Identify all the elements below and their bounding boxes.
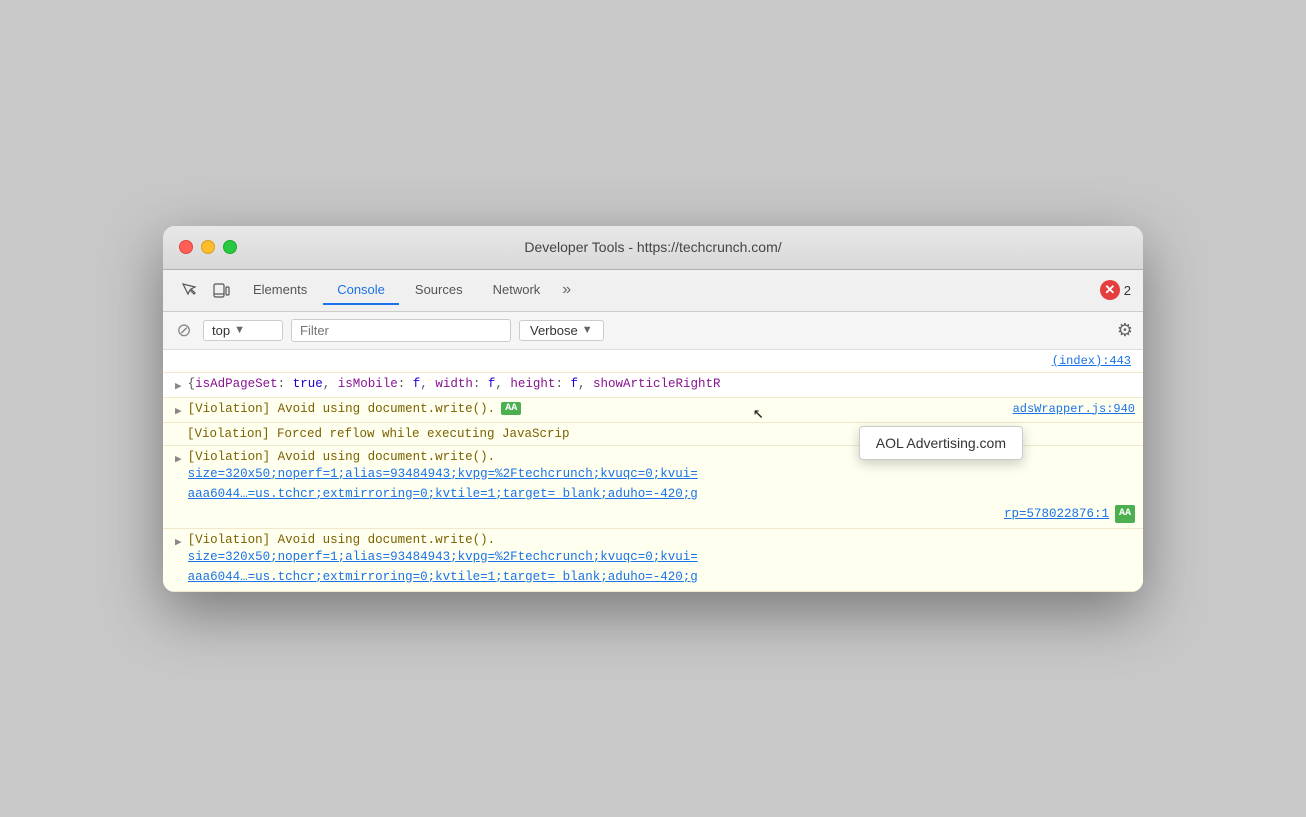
index-file-ref[interactable]: (index):443: [1052, 354, 1131, 368]
violation3-label: [Violation] Avoid using document.write()…: [188, 450, 496, 464]
verbose-label: Verbose: [530, 323, 578, 338]
violation1-label: [Violation] Avoid using document.write()…: [188, 402, 496, 416]
violation4-label: [Violation] Avoid using document.write()…: [188, 533, 496, 547]
more-tabs-button[interactable]: »: [556, 281, 577, 299]
traffic-lights: [179, 240, 237, 254]
tab-network[interactable]: Network: [479, 276, 555, 305]
close-button[interactable]: [179, 240, 193, 254]
devtools-window: Developer Tools - https://techcrunch.com…: [163, 226, 1143, 592]
verbose-arrow-icon: ▼: [582, 324, 593, 336]
log-level-selector[interactable]: Verbose ▼: [519, 320, 604, 341]
entry-expand-icon[interactable]: [175, 452, 182, 466]
aa-badge-2[interactable]: AA: [1115, 505, 1135, 523]
violation3-link2[interactable]: aaa6044…=us.tchcr;extmirroring=0;kvtile=…: [188, 487, 698, 501]
violation3-last-row: rp=578022876:1 AA: [188, 504, 1135, 524]
title-bar: Developer Tools - https://techcrunch.com…: [163, 226, 1143, 270]
context-arrow-icon: ▼: [234, 324, 245, 336]
log-entry-violation4: [Violation] Avoid using document.write()…: [163, 529, 1143, 592]
devtools-toolbar: Elements Console Sources Network » ✕ 2: [163, 270, 1143, 312]
violation1-row: [Violation] Avoid using document.write()…: [188, 402, 1135, 416]
console-filter-row: ⊘ top ▼ Verbose ▼ ⚙: [163, 312, 1143, 350]
tab-sources[interactable]: Sources: [401, 276, 477, 305]
violation4-content: [Violation] Avoid using document.write()…: [188, 533, 1135, 587]
violation2-label: [Violation] Forced reflow while executin…: [187, 427, 570, 441]
entry-expand-icon[interactable]: [175, 379, 182, 393]
error-badge: ✕ 2: [1100, 280, 1131, 300]
filter-input-wrapper: [291, 319, 511, 342]
device-toggle-button[interactable]: [207, 276, 235, 304]
context-label: top: [212, 323, 230, 338]
violation3-content: [Violation] Avoid using document.write()…: [188, 450, 1135, 524]
tab-console[interactable]: Console: [323, 276, 399, 305]
violation4-body: size=320x50;noperf=1;alias=93484943;kvpg…: [188, 547, 1135, 587]
tab-list: Elements Console Sources Network »: [239, 276, 1096, 305]
minimize-button[interactable]: [201, 240, 215, 254]
object-log-text: {isAdPageSet: true, isMobile: f, width: …: [188, 377, 1135, 391]
console-output: (index):443 {isAdPageSet: true, isMobile…: [163, 350, 1143, 592]
maximize-button[interactable]: [223, 240, 237, 254]
clear-console-button[interactable]: ⊘: [173, 319, 195, 341]
violation3-body: size=320x50;noperf=1;alias=93484943;kvpg…: [188, 464, 1135, 524]
ads-wrapper-ref[interactable]: adsWrapper.js:940: [1013, 402, 1135, 416]
error-icon: ✕: [1100, 280, 1120, 300]
error-count: 2: [1124, 283, 1131, 298]
inspect-element-button[interactable]: [175, 276, 203, 304]
violation3-link3[interactable]: rp=578022876:1: [1004, 504, 1109, 524]
entry-expand-icon[interactable]: [175, 404, 182, 418]
aa-tooltip: AOL Advertising.com: [859, 426, 1023, 460]
violation1-text: [Violation] Avoid using document.write()…: [188, 402, 1135, 416]
window-title: Developer Tools - https://techcrunch.com…: [524, 239, 781, 255]
violation4-header: [Violation] Avoid using document.write()…: [188, 533, 1135, 547]
log-entry-violation1: [Violation] Avoid using document.write()…: [163, 398, 1143, 423]
filter-input[interactable]: [291, 319, 511, 342]
aa-badge-1[interactable]: AA: [501, 402, 521, 415]
tooltip-text: AOL Advertising.com: [876, 435, 1006, 451]
violation3-link1[interactable]: size=320x50;noperf=1;alias=93484943;kvpg…: [188, 467, 698, 481]
log-entry-index-ref: (index):443: [163, 350, 1143, 373]
entry-expand-icon[interactable]: [175, 535, 182, 549]
tab-elements[interactable]: Elements: [239, 276, 321, 305]
log-entry-object: {isAdPageSet: true, isMobile: f, width: …: [163, 373, 1143, 398]
settings-icon[interactable]: ⚙: [1117, 320, 1133, 341]
violation4-link2[interactable]: aaa6044…=us.tchcr;extmirroring=0;kvtile=…: [188, 570, 698, 584]
context-selector[interactable]: top ▼: [203, 320, 283, 341]
violation4-link1[interactable]: size=320x50;noperf=1;alias=93484943;kvpg…: [188, 550, 698, 564]
